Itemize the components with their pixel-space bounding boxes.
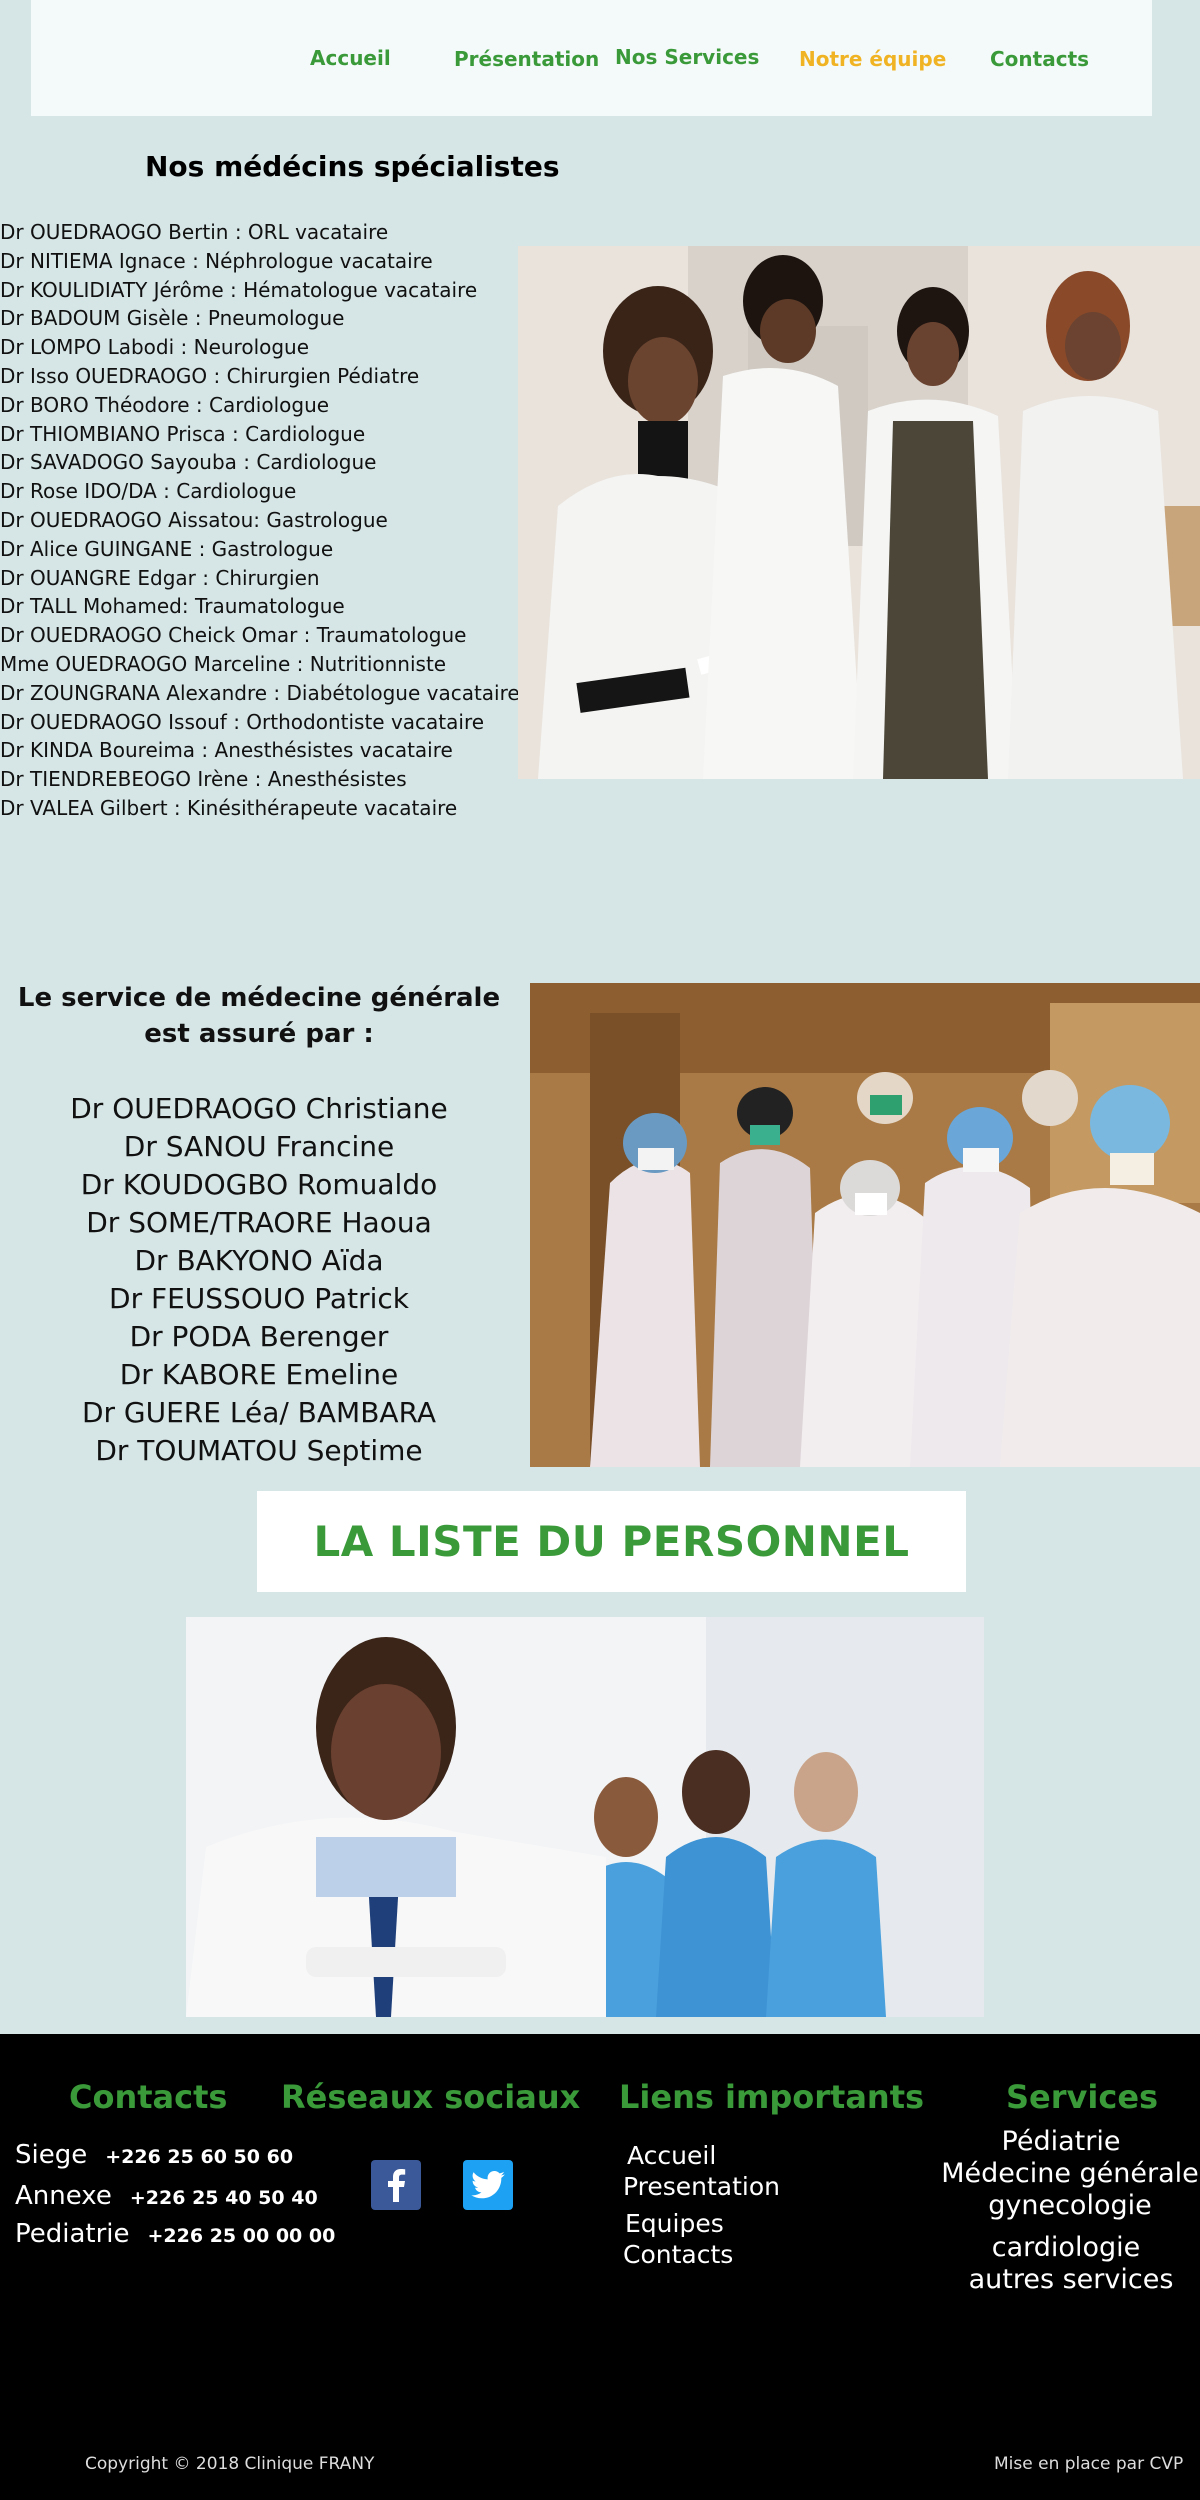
list-item: Dr THIOMBIANO Prisca : Cardiologue	[0, 421, 366, 446]
footer-link-contacts[interactable]: Contacts	[623, 2239, 780, 2270]
contact-row-annexe: Annexe +226 25 40 50 40	[15, 2181, 318, 2211]
list-item: Dr SAVADOGO Sayouba : Cardiologue	[0, 450, 377, 475]
credit-text: Mise en place par CVP	[994, 2454, 1184, 2474]
footer-links-title: Liens importants	[619, 2078, 925, 2116]
list-item: Mme OUEDRAOGO Marceline : Nutritionniste	[0, 651, 447, 676]
contact-number[interactable]: +226 25 40 50 40	[130, 2187, 318, 2209]
list-item: Dr BORO Théodore : Cardiologue	[0, 392, 330, 417]
contact-row-siege: Siege +226 25 60 50 60	[15, 2140, 293, 2170]
list-item: Dr TIENDREBEOGO Irène : Anesthésistes	[0, 767, 407, 792]
footer-links: Accueil Presentation Equipes Contacts	[623, 2140, 780, 2270]
copyright-text: Copyright © 2018 Clinique FRANY	[85, 2454, 375, 2474]
service-pediatrie[interactable]: Pédiatrie	[922, 2126, 1200, 2158]
list-item: Dr TOUMATOU Septime	[95, 1434, 423, 1467]
specialists-list: Dr OUEDRAOGO Bertin : ORL vacataire Dr N…	[0, 218, 520, 823]
general-medicine-list: Dr OUEDRAOGO Christiane Dr SANOU Francin…	[0, 1090, 518, 1470]
specialists-photo	[518, 246, 1200, 779]
facebook-icon[interactable]	[371, 2160, 421, 2210]
list-item: Dr BADOUM Gisèle : Pneumologue	[0, 306, 345, 331]
list-item: Dr KABORE Emeline	[119, 1358, 399, 1391]
nav-presentation[interactable]: Présentation	[454, 47, 599, 71]
list-item: Dr Isso OUEDRAOGO : Chirurgien Pédiatre	[0, 363, 420, 388]
contact-row-pediatrie: Pediatrie +226 25 00 00 00	[15, 2219, 335, 2249]
list-item: Dr OUEDRAOGO Cheick Omar : Traumatologue	[0, 623, 467, 648]
footer-services: Pédiatrie Médecine générale gynecologie …	[940, 2126, 1200, 2296]
list-item: Dr OUANGRE Edgar : Chirurgien	[0, 565, 320, 590]
list-item: Dr TALL Mohamed: Traumatologue	[0, 594, 345, 619]
list-item: Dr NITIEMA Ignace : Néphrologue vacatair…	[0, 248, 433, 273]
list-item: Dr GUERE Léa/ BAMBARA	[81, 1396, 437, 1429]
service-gynecologie[interactable]: gynecologie	[940, 2190, 1200, 2222]
service-medecine-generale[interactable]: Médecine générale	[940, 2158, 1200, 2190]
list-item: Dr ZOUNGRANA Alexandre : Diabétologue va…	[0, 680, 520, 705]
nav-notre-equipe[interactable]: Notre équipe	[799, 47, 946, 71]
footer: Contacts Siege +226 25 60 50 60 Annexe +22…	[0, 2034, 1200, 2500]
top-navigation: Accueil Présentation Nos Services Notre …	[31, 0, 1152, 116]
list-item: Dr PODA Berenger	[129, 1320, 389, 1353]
service-cardiologie[interactable]: cardiologie	[932, 2232, 1200, 2264]
staff-list-banner[interactable]: LA LISTE DU PERSONNEL	[257, 1491, 966, 1592]
list-item: Dr LOMPO Labodi : Neurologue	[0, 335, 310, 360]
list-item: Dr OUEDRAOGO Bertin : ORL vacataire	[0, 220, 389, 244]
contact-label: Pediatrie	[15, 2219, 130, 2249]
list-item: Dr FEUSSOUO Patrick	[109, 1282, 409, 1315]
staff-photo	[186, 1617, 984, 2017]
list-item: Dr KOULIDIATY Jérôme : Hématologue vacat…	[0, 277, 478, 302]
nav-contacts[interactable]: Contacts	[990, 47, 1089, 71]
footer-contacts-title: Contacts	[69, 2078, 228, 2116]
footer-link-equipes[interactable]: Equipes	[625, 2208, 780, 2239]
footer-link-presentation[interactable]: Presentation	[623, 2171, 780, 2202]
footer-services-title: Services	[1006, 2078, 1159, 2116]
list-item: Dr BAKYONO Aïda	[134, 1244, 384, 1277]
list-item: Dr OUEDRAOGO Issouf : Orthodontiste vaca…	[0, 709, 485, 734]
list-item: Dr SANOU Francine	[123, 1130, 395, 1163]
service-autres[interactable]: autres services	[942, 2264, 1200, 2296]
contact-label: Siege	[15, 2140, 88, 2170]
contact-number[interactable]: +226 25 00 00 00	[148, 2225, 336, 2247]
list-item: Dr KINDA Boureima : Anesthésistes vacata…	[0, 738, 453, 763]
twitter-icon[interactable]	[463, 2160, 513, 2210]
specialists-title: Nos médécins spécialistes	[145, 150, 560, 183]
list-item: Dr OUEDRAOGO Christiane	[70, 1092, 448, 1125]
contact-label: Annexe	[15, 2181, 112, 2211]
nav-accueil[interactable]: Accueil	[310, 46, 391, 70]
list-item: Dr OUEDRAOGO Aissatou: Gastrologue	[0, 507, 388, 532]
contact-number[interactable]: +226 25 60 50 60	[105, 2146, 293, 2168]
list-item: Dr Alice GUINGANE : Gastrologue	[0, 536, 334, 561]
list-item: Dr VALEA Gilbert : Kinésithérapeute vaca…	[0, 795, 458, 820]
list-item: Dr Rose IDO/DA : Cardiologue	[0, 479, 297, 504]
staff-list-banner-label: LA LISTE DU PERSONNEL	[313, 1517, 910, 1566]
list-item: Dr SOME/TRAORE Haoua	[86, 1206, 432, 1239]
general-medicine-title: Le service de médecine générale est assu…	[17, 983, 501, 1049]
footer-link-accueil[interactable]: Accueil	[627, 2140, 780, 2171]
footer-social-title: Réseaux sociaux	[281, 2078, 581, 2116]
list-item: Dr KOUDOGBO Romualdo	[80, 1168, 438, 1201]
general-medicine-photo	[530, 983, 1200, 1467]
nav-nos-services[interactable]: Nos Services	[615, 45, 759, 69]
